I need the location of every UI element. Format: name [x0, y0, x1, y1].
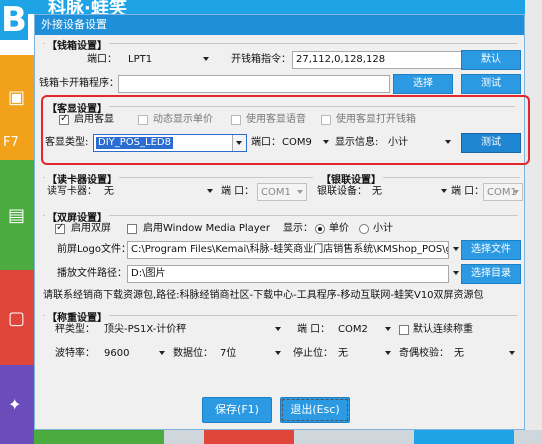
chevron-down-icon: [385, 351, 391, 355]
cashbox-select-button[interactable]: 选择: [393, 74, 453, 94]
chevron-down-icon: [509, 351, 515, 355]
cashbox-command-input[interactable]: 27,112,0,128,128: [292, 51, 478, 69]
stop-bits-label: 停止位：: [293, 348, 333, 359]
enable-wmp-checkbox[interactable]: [127, 224, 137, 234]
chevron-down-icon: [207, 189, 213, 193]
choose-file-button[interactable]: 选择文件: [461, 240, 521, 260]
chevron-down-icon: [203, 57, 209, 61]
union-pay-section: 【银联设置】 银联设备： 无 端 口： COM1: [317, 171, 526, 207]
cashbox-program-input[interactable]: [118, 75, 390, 93]
play-path-dropdown[interactable]: [449, 265, 461, 283]
data-bits-label: 数据位：: [173, 348, 213, 359]
chevron-down-icon: [275, 327, 281, 331]
cashbox-test-button[interactable]: 测试: [461, 74, 521, 94]
card-reader-port-select[interactable]: COM1: [257, 183, 307, 201]
chevron-down-icon: [159, 351, 165, 355]
card-reader-section: 【读卡器设置】 读写卡器： 无 端 口： COM1: [35, 171, 315, 207]
calendar-icon: ▣: [8, 87, 26, 108]
highlight-rectangle: [41, 95, 530, 165]
chevron-down-icon: [385, 327, 391, 331]
display-subtotal-radio[interactable]: [359, 224, 369, 234]
chevron-down-icon: [275, 351, 281, 355]
chevron-down-icon: [441, 189, 447, 193]
tile-purple[interactable]: ✦: [0, 365, 34, 444]
tile-shortcut-label: F7: [3, 135, 19, 150]
save-button[interactable]: 保存(F1): [202, 397, 272, 423]
cashbox-program-label: 钱箱卡开箱程序：: [39, 78, 119, 89]
logo-file-label: 前屏Logo文件：: [57, 244, 131, 255]
display-price-radio-label: 单价: [329, 223, 349, 234]
resource-notice: 请联系经销商下载资源包,路径:科脉经销商社区-下载中心-工具程序-移动互联网-蛙…: [43, 290, 484, 301]
cashbox-port-label: 端口：: [87, 54, 117, 65]
scale-port-label: 端 口：: [297, 324, 331, 335]
union-pay-port-select[interactable]: COM1: [483, 183, 523, 201]
union-pay-device-select[interactable]: 无: [369, 183, 449, 201]
enable-dual-screen-label: 启用双屏: [71, 223, 111, 234]
display-price-radio[interactable]: [315, 224, 325, 234]
cashbox-command-label: 开钱箱指令：: [231, 54, 291, 65]
enable-wmp-label: 启用Window Media Player: [143, 223, 270, 234]
app-bottom-strip: [34, 430, 542, 444]
chevron-down-icon: [453, 247, 459, 251]
card-reader-select[interactable]: 无: [101, 183, 215, 201]
continuous-weigh-checkbox[interactable]: [399, 325, 409, 335]
tile-green[interactable]: ▤: [0, 160, 34, 270]
display-subtotal-radio-label: 小计: [373, 223, 393, 234]
store-icon: ▤: [8, 205, 26, 226]
scale-type-select[interactable]: 顶尖-PS1X-计价秤: [101, 321, 283, 339]
play-path-input[interactable]: D:\图片: [127, 265, 449, 283]
data-bits-select[interactable]: 7位: [217, 345, 283, 363]
external-devices-dialog: 外接设备设置 【钱箱设置】 端口： LPT1 开钱箱指令： 27,112,0,1…: [34, 14, 525, 430]
dialog-title: 外接设备设置: [35, 15, 524, 35]
scale-title: 【称重设置】: [45, 309, 109, 324]
logo-file-input[interactable]: C:\Program Files\Kemai\科脉-蛙笑商业门店销售系统\KMS…: [127, 241, 449, 259]
cashbox-section: 【钱箱设置】 端口： LPT1 开钱箱指令： 27,112,0,128,128 …: [35, 35, 526, 95]
logo-file-dropdown[interactable]: [449, 241, 461, 259]
scale-section: 【称重设置】 秤类型： 顶尖-PS1X-计价秤 端 口： COM2 默认连续称重…: [35, 307, 526, 367]
parity-label: 奇偶校验：: [399, 348, 449, 359]
stop-bits-select[interactable]: 无: [335, 345, 393, 363]
dual-screen-section: 【双屏设置】 启用双屏 启用Window Media Player 显示： 单价…: [35, 209, 526, 305]
cashbox-section-title: 【钱箱设置】: [45, 37, 109, 52]
continuous-weigh-label: 默认连续称重: [413, 324, 473, 335]
parity-select[interactable]: 无: [451, 345, 517, 363]
gift-icon: ✦: [8, 395, 22, 414]
choose-directory-button[interactable]: 选择目录: [461, 264, 521, 284]
scale-port-select[interactable]: COM2: [335, 321, 393, 339]
cashbox-port-select[interactable]: LPT1: [125, 51, 211, 69]
cashbox-default-button[interactable]: 默认: [461, 50, 521, 70]
baud-rate-label: 波特率：: [55, 348, 95, 359]
chevron-down-icon: [513, 190, 519, 194]
baud-rate-select[interactable]: 9600: [101, 345, 167, 363]
union-pay-port-label: 端 口：: [451, 186, 485, 197]
document-icon: ▢: [8, 308, 26, 329]
display-mode-label: 显示：: [283, 223, 313, 234]
tile-red[interactable]: ▢: [0, 270, 34, 365]
exit-button-focus-ring: [282, 399, 348, 421]
tile-orange[interactable]: ▣ F7: [0, 55, 34, 160]
chevron-down-icon: [453, 271, 459, 275]
union-pay-device-label: 银联设备：: [317, 186, 367, 197]
card-reader-label: 读写卡器：: [47, 186, 97, 197]
card-reader-port-label: 端 口：: [221, 186, 255, 197]
scale-type-label: 秤类型：: [55, 324, 95, 335]
app-right-edge: [525, 0, 542, 444]
enable-dual-screen-checkbox[interactable]: [55, 222, 65, 234]
app-logo: B: [0, 0, 28, 40]
play-path-label: 播放文件路径：: [57, 268, 127, 279]
chevron-down-icon: [297, 190, 303, 194]
